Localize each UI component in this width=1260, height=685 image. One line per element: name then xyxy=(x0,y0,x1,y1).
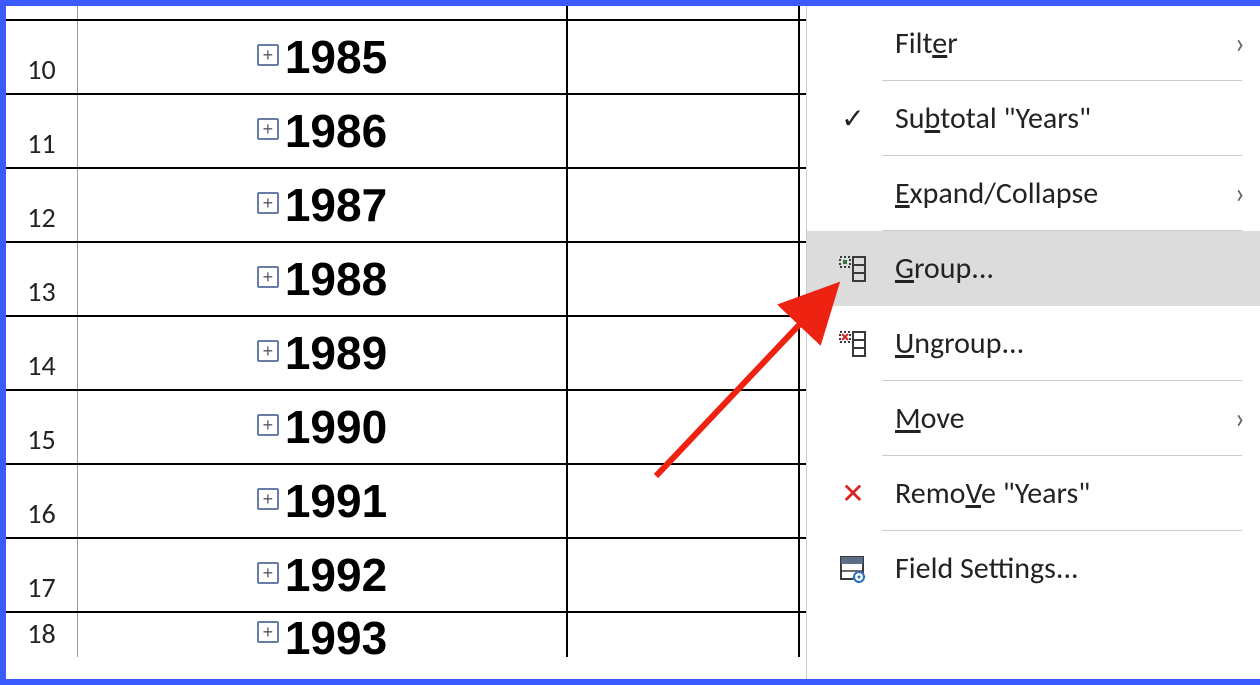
group-icon xyxy=(831,253,875,285)
pivot-year-cell[interactable]: + 1990 xyxy=(78,391,568,463)
pivot-cell[interactable] xyxy=(568,21,800,93)
expand-icon[interactable]: + xyxy=(257,266,279,288)
row-header[interactable]: 18 xyxy=(6,613,78,657)
row-header[interactable]: 13 xyxy=(6,243,78,315)
field-settings-icon xyxy=(831,553,875,585)
year-value: 1987 xyxy=(285,178,387,232)
pivot-year-cell[interactable]: + 1988 xyxy=(78,243,568,315)
expand-icon[interactable]: + xyxy=(257,488,279,510)
pivot-year-cell[interactable]: + 1991 xyxy=(78,465,568,537)
menu-filter[interactable]: Filter › xyxy=(807,6,1260,81)
pivot-year-cell[interactable]: + 1987 xyxy=(78,169,568,241)
row-header[interactable]: 15 xyxy=(6,391,78,463)
row-header[interactable] xyxy=(6,6,78,19)
x-icon: ✕ xyxy=(831,476,875,511)
menu-label: Group... xyxy=(895,250,1260,287)
expand-icon[interactable]: + xyxy=(257,192,279,214)
table-row: 14 + 1989 xyxy=(6,317,806,391)
year-value: 1992 xyxy=(285,548,387,602)
year-value: 1988 xyxy=(285,252,387,306)
menu-remove[interactable]: ✕ RemoVe "Years" xyxy=(807,456,1260,531)
pivot-cell[interactable] xyxy=(568,243,800,315)
menu-label: Expand/Collapse xyxy=(895,175,1220,212)
menu-label: Move xyxy=(895,400,1220,437)
table-row: 16 + 1991 xyxy=(6,465,806,539)
menu-label: Filter xyxy=(895,25,1220,62)
expand-icon[interactable]: + xyxy=(257,621,279,643)
menu-label: Subtotal "Years" xyxy=(895,100,1260,137)
pivot-cell[interactable] xyxy=(568,613,800,657)
table-row: 10 + 1985 xyxy=(6,21,806,95)
table-row: 17 + 1992 xyxy=(6,539,806,613)
pivot-year-cell[interactable]: + 1989 xyxy=(78,317,568,389)
menu-label: RemoVe "Years" xyxy=(895,475,1260,512)
row-header[interactable]: 11 xyxy=(6,95,78,167)
menu-field-settings[interactable]: Field Settings... xyxy=(807,531,1260,606)
pivot-year-cell[interactable]: + 1985 xyxy=(78,21,568,93)
pivot-cell[interactable] xyxy=(568,95,800,167)
pivot-cell[interactable] xyxy=(78,6,568,19)
ungroup-icon xyxy=(831,328,875,360)
table-row: 15 + 1990 xyxy=(6,391,806,465)
table-row: 18 + 1993 xyxy=(6,613,806,657)
pivot-cell[interactable] xyxy=(568,539,800,611)
row-partial-top xyxy=(6,6,806,21)
expand-icon[interactable]: + xyxy=(257,118,279,140)
menu-subtotal[interactable]: ✓ Subtotal "Years" xyxy=(807,81,1260,156)
menu-label: Ungroup... xyxy=(895,325,1260,362)
pivot-year-cell[interactable]: + 1992 xyxy=(78,539,568,611)
expand-icon[interactable]: + xyxy=(257,414,279,436)
menu-ungroup[interactable]: Ungroup... xyxy=(807,306,1260,381)
year-value: 1989 xyxy=(285,326,387,380)
menu-group[interactable]: Group... xyxy=(807,231,1260,306)
table-row: 12 + 1987 xyxy=(6,169,806,243)
table-row: 13 + 1988 xyxy=(6,243,806,317)
chevron-right-icon: › xyxy=(1220,400,1260,437)
menu-move[interactable]: Move › xyxy=(807,381,1260,456)
menu-expand-collapse[interactable]: Expand/Collapse › xyxy=(807,156,1260,231)
row-header[interactable]: 12 xyxy=(6,169,78,241)
table-row: 11 + 1986 xyxy=(6,95,806,169)
context-menu: Filter › ✓ Subtotal "Years" Expand/Colla… xyxy=(806,6,1260,679)
year-value: 1993 xyxy=(285,611,387,665)
pivot-year-cell[interactable]: + 1993 xyxy=(78,613,568,657)
pivot-cell[interactable] xyxy=(568,391,800,463)
pivot-sheet: 10 + 1985 11 + 1986 12 + 1987 13 + 1988 … xyxy=(6,6,806,679)
year-value: 1986 xyxy=(285,104,387,158)
expand-icon[interactable]: + xyxy=(257,562,279,584)
year-value: 1990 xyxy=(285,400,387,454)
row-header[interactable]: 16 xyxy=(6,465,78,537)
check-icon: ✓ xyxy=(831,101,875,136)
pivot-year-cell[interactable]: + 1986 xyxy=(78,95,568,167)
expand-icon[interactable]: + xyxy=(257,44,279,66)
menu-label: Field Settings... xyxy=(895,550,1260,587)
pivot-cell[interactable] xyxy=(568,317,800,389)
expand-icon[interactable]: + xyxy=(257,340,279,362)
pivot-cell[interactable] xyxy=(568,465,800,537)
year-value: 1991 xyxy=(285,474,387,528)
row-header[interactable]: 14 xyxy=(6,317,78,389)
row-header[interactable]: 10 xyxy=(6,21,78,93)
year-value: 1985 xyxy=(285,30,387,84)
chevron-right-icon: › xyxy=(1220,175,1260,212)
row-header[interactable]: 17 xyxy=(6,539,78,611)
pivot-cell[interactable] xyxy=(568,6,800,19)
chevron-right-icon: › xyxy=(1220,25,1260,62)
pivot-cell[interactable] xyxy=(568,169,800,241)
